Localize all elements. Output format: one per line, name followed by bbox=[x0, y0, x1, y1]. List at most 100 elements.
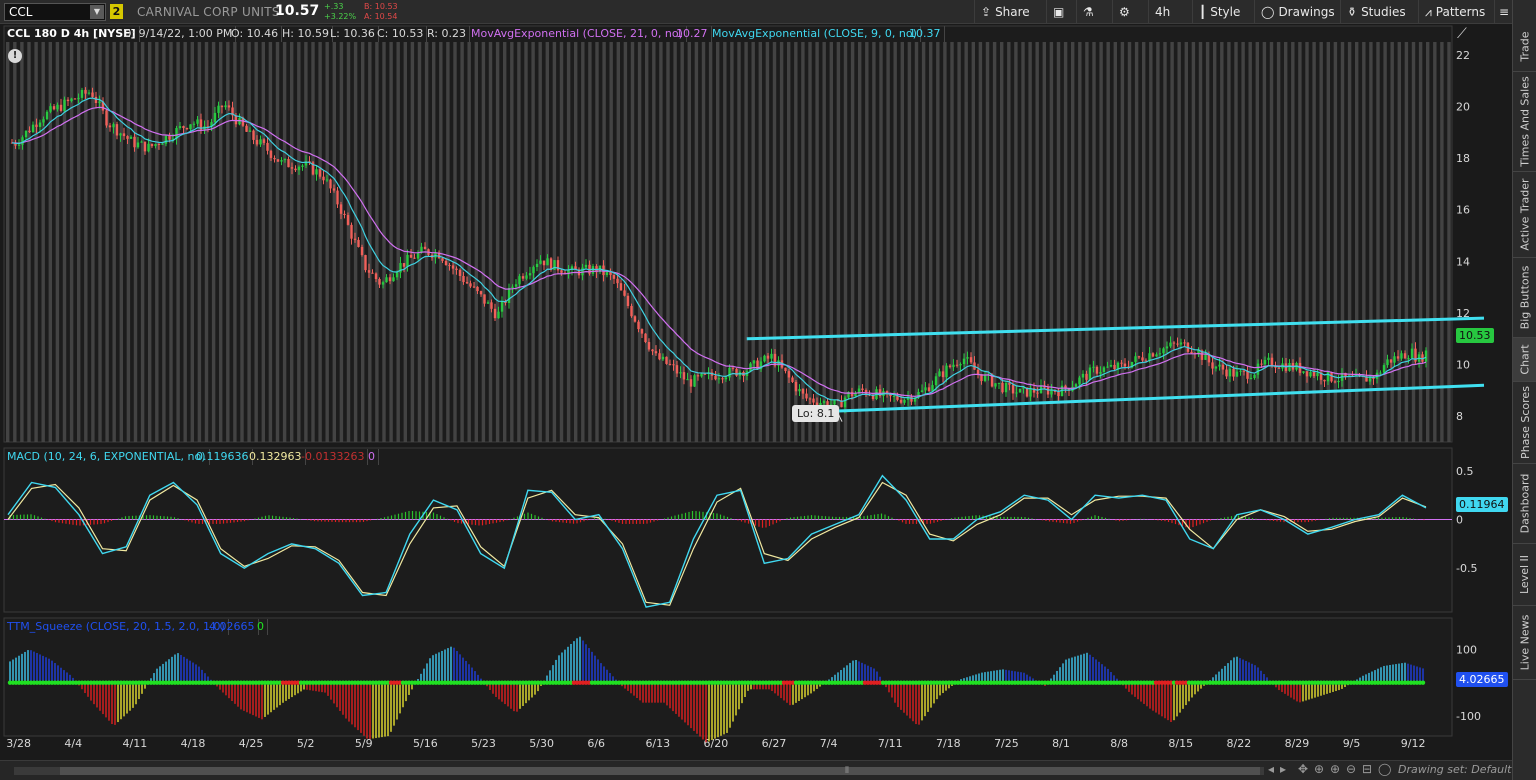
candle-body bbox=[364, 255, 367, 271]
drawings-button[interactable]: ◯ Drawings bbox=[1254, 0, 1340, 24]
x-tick-label: 9/12 bbox=[1401, 737, 1426, 750]
x-tick-label: 3/28 bbox=[6, 737, 31, 750]
candle-body bbox=[108, 125, 112, 128]
comment-icon[interactable]: ◯ bbox=[1378, 762, 1391, 776]
candle-body bbox=[518, 276, 521, 285]
tab-dashboard[interactable]: Dashboard bbox=[1513, 464, 1536, 544]
scroll-left-icon[interactable]: ◂ bbox=[1268, 762, 1274, 776]
candle-body bbox=[259, 139, 262, 145]
candle-body bbox=[360, 246, 364, 256]
session-stripe bbox=[382, 42, 386, 442]
session-stripe bbox=[879, 42, 883, 442]
candle-body bbox=[535, 263, 539, 268]
session-stripe bbox=[737, 42, 741, 442]
chart-canvas[interactable]: 3/28 4/4 4/11 4/18 4/25 5/2 5/9 5/16 5/23 5/30 6/6… bbox=[0, 24, 1512, 760]
candle-body bbox=[28, 130, 31, 133]
candle-body bbox=[801, 389, 805, 394]
session-stripe bbox=[1213, 42, 1217, 442]
alert-icon[interactable]: ! bbox=[8, 49, 22, 63]
settings-button[interactable]: ⚙ bbox=[1112, 0, 1144, 24]
candle-body bbox=[406, 254, 409, 267]
candle-body bbox=[367, 270, 371, 273]
candle-body bbox=[413, 257, 416, 259]
session-stripe bbox=[460, 42, 464, 442]
menu-button[interactable]: ≡ bbox=[1494, 0, 1512, 24]
session-stripe bbox=[353, 42, 358, 442]
session-stripe bbox=[1028, 42, 1032, 442]
share-button[interactable]: ⇪ Share bbox=[974, 0, 1046, 24]
flask-button[interactable]: ⚗ bbox=[1076, 0, 1108, 24]
aggregation-button[interactable]: 4h bbox=[1148, 0, 1190, 24]
candle-body bbox=[549, 258, 553, 270]
candle-body bbox=[1242, 370, 1246, 372]
trendline-tool-icon[interactable]: ⟋ bbox=[1457, 26, 1467, 42]
scroll-right-icon[interactable]: ▸ bbox=[1280, 762, 1286, 776]
session-stripe bbox=[1106, 42, 1110, 442]
session-stripe bbox=[361, 42, 365, 442]
session-stripe bbox=[55, 42, 60, 442]
session-stripe bbox=[744, 42, 748, 442]
session-stripe bbox=[1383, 42, 1387, 442]
pan-icon[interactable]: ✥ bbox=[1298, 762, 1308, 776]
session-stripe bbox=[311, 42, 315, 442]
zoom-out-icon[interactable]: ⊖ bbox=[1346, 762, 1356, 776]
patterns-button[interactable]: ⩘ Patterns bbox=[1418, 0, 1494, 24]
candle-body bbox=[812, 398, 815, 403]
session-stripe bbox=[1411, 42, 1416, 442]
session-stripe bbox=[829, 42, 833, 442]
session-stripe bbox=[48, 42, 52, 442]
flask-studies-icon: ⚱ bbox=[1347, 5, 1358, 19]
screenshot-button[interactable]: ▣ bbox=[1046, 0, 1076, 24]
fit-icon[interactable]: ⊟ bbox=[1362, 762, 1372, 776]
candle-body bbox=[542, 260, 546, 266]
session-stripe bbox=[261, 42, 265, 442]
candle-body bbox=[675, 365, 679, 374]
tab-trade[interactable]: Trade bbox=[1513, 22, 1536, 72]
candle-body bbox=[136, 142, 140, 148]
candle-body bbox=[469, 283, 472, 287]
style-label: Style bbox=[1210, 5, 1241, 19]
session-stripe bbox=[602, 42, 606, 442]
x-tick-label: 5/2 bbox=[297, 737, 315, 750]
candle-body bbox=[511, 286, 514, 289]
chevron-down-icon[interactable]: ▼ bbox=[90, 5, 104, 19]
macd-pane bbox=[3, 447, 1453, 613]
candle-body bbox=[150, 143, 154, 147]
candle-body bbox=[31, 124, 35, 133]
session-stripe bbox=[183, 42, 187, 442]
candle-body bbox=[672, 364, 675, 366]
candle-body bbox=[703, 373, 707, 375]
session-stripe bbox=[474, 42, 478, 442]
session-stripe bbox=[1163, 42, 1167, 442]
session-stripe bbox=[1418, 42, 1423, 442]
link-group-badge[interactable]: 2 bbox=[110, 4, 123, 19]
studies-button[interactable]: ⚱ Studies bbox=[1340, 0, 1416, 24]
scroll-thumb[interactable] bbox=[60, 767, 1260, 775]
candle-body bbox=[728, 367, 731, 378]
session-stripe bbox=[929, 42, 933, 442]
crosshair-icon[interactable]: ⊕ bbox=[1314, 762, 1324, 776]
candle-body bbox=[227, 105, 231, 108]
session-stripe bbox=[552, 42, 557, 442]
candle-body bbox=[784, 367, 787, 372]
session-stripe bbox=[957, 42, 961, 442]
tab-active-trader[interactable]: Active Trader bbox=[1513, 172, 1536, 258]
x-tick-label: 4/4 bbox=[64, 737, 82, 750]
zoom-in-icon[interactable]: ⊕ bbox=[1330, 762, 1340, 776]
candle-body bbox=[1190, 351, 1193, 354]
candle-body bbox=[213, 112, 217, 123]
candle-body bbox=[290, 167, 294, 169]
session-stripe bbox=[133, 42, 138, 442]
tab-live-news[interactable]: Live News bbox=[1513, 606, 1536, 680]
tab-phase-scores[interactable]: Phase Scores bbox=[1513, 382, 1536, 464]
tab-big-buttons[interactable]: Big Buttons bbox=[1513, 258, 1536, 338]
studies-label: Studies bbox=[1361, 5, 1406, 19]
tab-chart[interactable]: Chart bbox=[1513, 338, 1536, 382]
candle-body bbox=[126, 136, 129, 139]
style-button[interactable]: ┃ Style bbox=[1192, 0, 1254, 24]
tab-times-and-sales[interactable]: Times And Sales bbox=[1513, 72, 1536, 172]
macd-zero: 0 bbox=[365, 449, 379, 465]
tab-level-ii[interactable]: Level II bbox=[1513, 544, 1536, 606]
symbol-input[interactable]: CCL ▼ bbox=[4, 3, 106, 21]
x-tick-label: 6/6 bbox=[587, 737, 605, 750]
